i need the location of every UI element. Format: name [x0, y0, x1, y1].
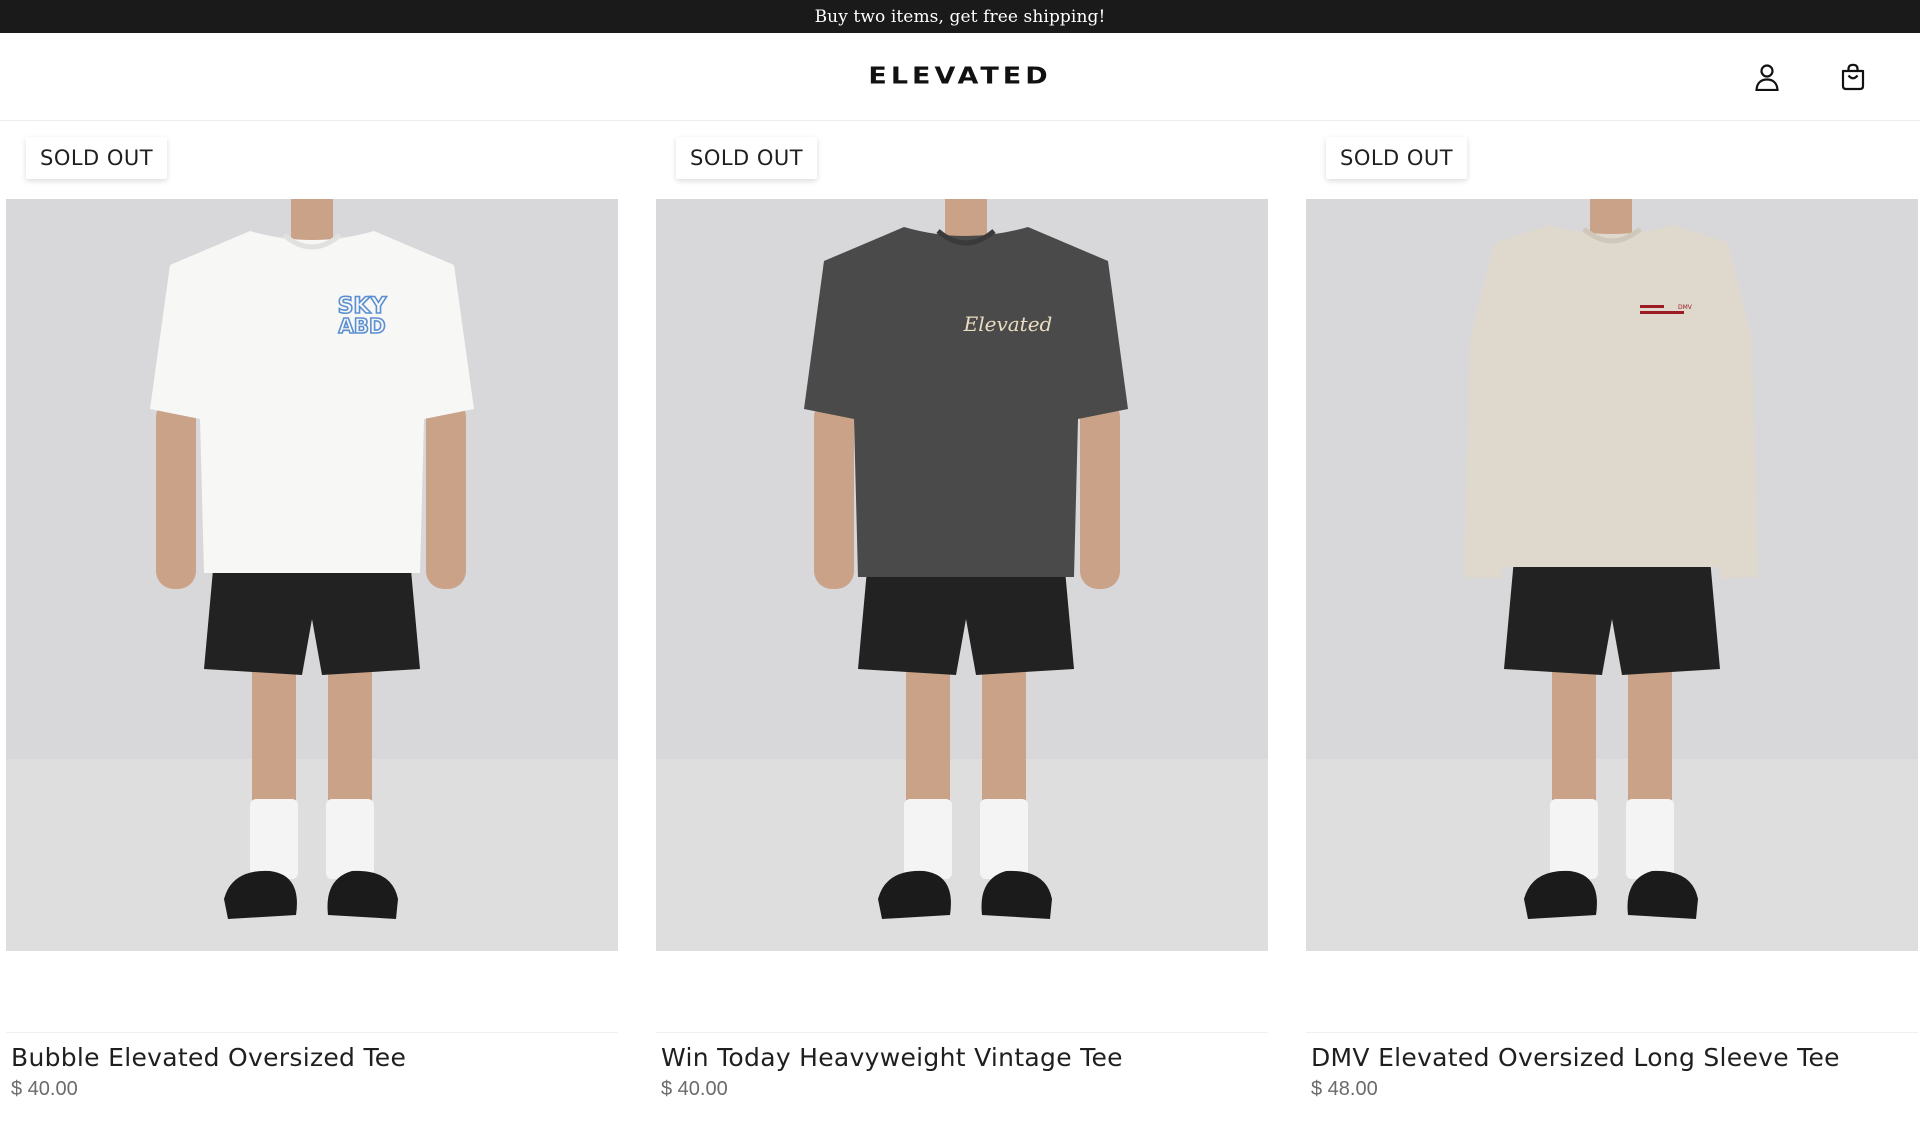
product-photo-illustration: SKY ABD — [6, 199, 618, 951]
header-actions — [1754, 33, 1866, 121]
svg-text:ABD: ABD — [338, 314, 385, 338]
product-image[interactable]: Elevated — [656, 199, 1268, 951]
announcement-bar: Buy two items, get free shipping! — [0, 0, 1920, 33]
product-card[interactable]: DMV SOLD OUT DMV Elevated Oversized Long… — [1306, 121, 1918, 1141]
image-spacer — [656, 951, 1268, 1033]
sold-out-badge: SOLD OUT — [676, 137, 818, 179]
sold-out-badge: SOLD OUT — [26, 137, 168, 179]
product-grid: SKY ABD SOLD OUT Bubble Elevated Oversiz… — [0, 121, 1920, 1141]
product-title[interactable]: DMV Elevated Oversized Long Sleeve Tee — [1311, 1043, 1840, 1072]
product-photo-illustration: DMV — [1306, 199, 1918, 951]
product-image[interactable]: SKY ABD — [6, 199, 618, 951]
product-card[interactable]: Elevated SOLD OUT Win Today Heavyweight … — [656, 121, 1268, 1141]
svg-text:Elevated: Elevated — [963, 312, 1053, 336]
product-price: $ 40.00 — [661, 1078, 728, 1100]
product-photo-illustration: Elevated — [656, 199, 1268, 951]
site-logo[interactable]: ELEVATED — [868, 63, 1051, 89]
product-price: $ 40.00 — [11, 1078, 78, 1100]
image-spacer — [6, 951, 618, 1033]
svg-text:DMV: DMV — [1678, 304, 1693, 311]
account-icon[interactable] — [1754, 64, 1780, 91]
product-image[interactable]: DMV — [1306, 199, 1918, 951]
sold-out-badge: SOLD OUT — [1326, 137, 1468, 179]
product-title[interactable]: Bubble Elevated Oversized Tee — [11, 1043, 406, 1072]
product-price: $ 48.00 — [1311, 1078, 1378, 1100]
cart-icon[interactable] — [1840, 63, 1866, 91]
product-title[interactable]: Win Today Heavyweight Vintage Tee — [661, 1043, 1123, 1072]
product-card[interactable]: SKY ABD SOLD OUT Bubble Elevated Oversiz… — [6, 121, 618, 1141]
announcement-text: Buy two items, get free shipping! — [814, 6, 1106, 27]
site-header: ELEVATED — [0, 33, 1920, 121]
image-spacer — [1306, 951, 1918, 1033]
